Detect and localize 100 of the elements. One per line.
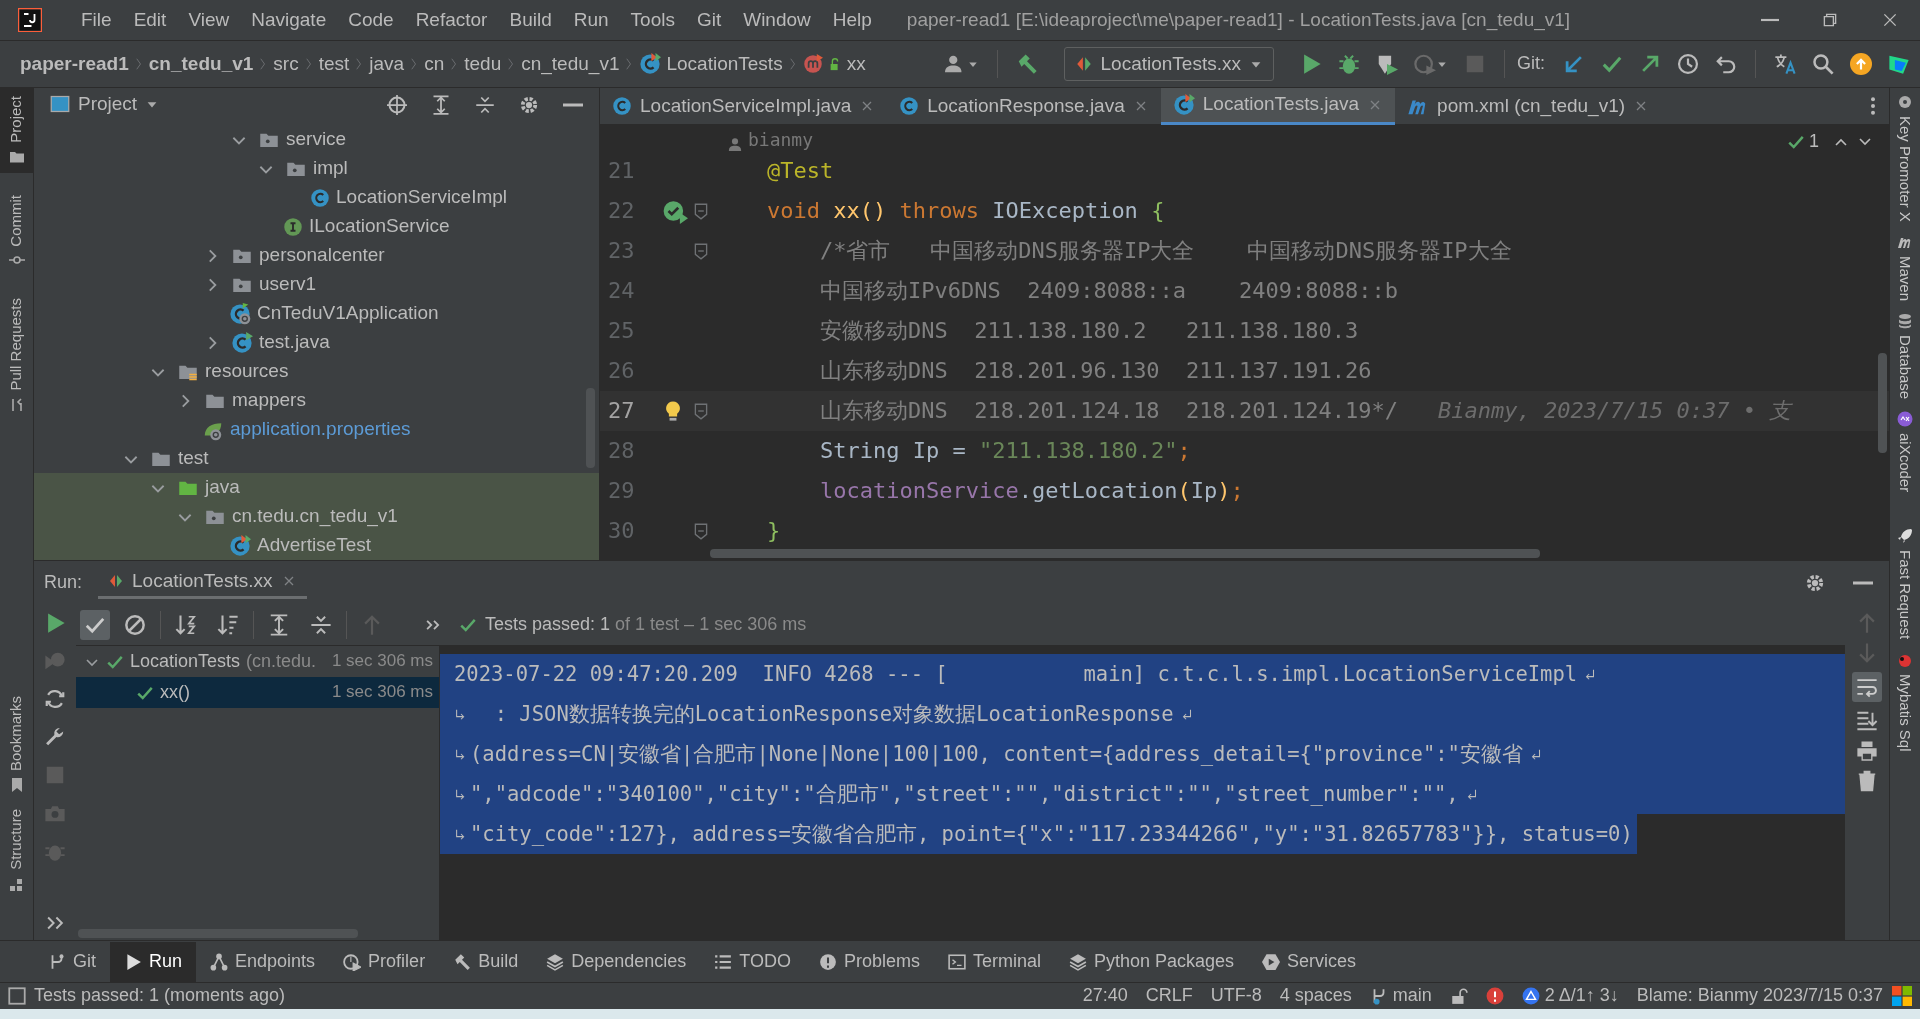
code-line: locationService.getLocation(Ip); <box>818 477 1244 505</box>
tool-window-tab[interactable]: Problems <box>804 941 934 982</box>
breadcrumb-item[interactable]: LocationTests <box>635 52 787 76</box>
status-item[interactable]: 27:40 <box>1073 985 1137 1007</box>
stop-icon <box>1464 53 1486 75</box>
run-icon <box>124 952 142 971</box>
breadcrumb-item[interactable]: src <box>269 52 303 76</box>
expand-all-icon <box>431 94 451 115</box>
menu-item[interactable]: Edit <box>122 8 178 32</box>
menu-item[interactable]: Run <box>562 8 620 32</box>
tool-window-icon <box>1897 528 1913 545</box>
tree-item[interactable]: test.java <box>34 328 599 357</box>
tree-item[interactable]: java <box>34 473 599 502</box>
menu-item[interactable]: Navigate <box>240 8 338 32</box>
editor-tab[interactable]: LocationServiceImpl.java <box>600 88 888 125</box>
editor-tab[interactable]: LocationTests.java <box>1160 88 1396 125</box>
git-label: Git: <box>1517 53 1545 75</box>
menu-item[interactable]: File <box>70 8 123 32</box>
branch-widget[interactable]: main <box>1360 985 1441 1007</box>
author-hint: bianmy <box>748 129 814 151</box>
tool-window-tab[interactable]: Python Packages <box>1055 941 1249 982</box>
menu-item[interactable]: Help <box>821 8 883 32</box>
build-icon <box>453 952 472 971</box>
tool-window-button[interactable]: Structure <box>0 801 33 900</box>
history-icon <box>1677 53 1699 75</box>
breadcrumb-item[interactable]: paper-read1 <box>16 52 133 76</box>
status-item[interactable]: CRLF <box>1136 985 1202 1007</box>
fold-icon[interactable] <box>692 522 710 540</box>
fold-icon[interactable] <box>692 402 710 420</box>
status-item[interactable]: 4 spaces <box>1270 985 1361 1007</box>
tool-window-tab[interactable]: TODO <box>700 941 805 982</box>
tool-window-button[interactable]: Commit <box>0 186 33 277</box>
test-result-row[interactable]: LocationTests (cn.tedu. 1 sec 306 ms <box>76 646 439 677</box>
status-message: Tests passed: 1 (moments ago) <box>34 985 286 1007</box>
project-view-dropdown[interactable]: Project <box>44 93 166 116</box>
menu-item[interactable]: Git <box>685 8 733 32</box>
tool-window-tab[interactable]: Git <box>34 941 110 982</box>
tool-window-tab[interactable]: Endpoints <box>196 941 330 982</box>
fold-icon[interactable] <box>692 242 710 260</box>
sort-alphabetically-icon <box>175 613 197 636</box>
square-icon[interactable] <box>8 987 26 1005</box>
tree-item[interactable]: application.properties <box>34 415 599 444</box>
tool-window-button[interactable]: Project <box>0 88 33 173</box>
tree-item[interactable]: impl <box>34 154 599 183</box>
tree-item[interactable]: resources <box>34 357 599 386</box>
settings-icon <box>519 94 539 115</box>
scrollbar-thumb[interactable] <box>710 549 1540 558</box>
tree-item[interactable]: AdvertiseTest <box>34 531 599 560</box>
menu-item[interactable]: Refactor <box>404 8 499 32</box>
tool-window-tab[interactable]: Build <box>439 941 533 982</box>
editor-tab[interactable]: pom.xml (cn_tedu_v1) <box>1395 88 1662 125</box>
tree-item[interactable]: ILocationService <box>34 212 599 241</box>
test-result-row[interactable]: xx() 1 sec 306 ms <box>76 677 439 708</box>
status-item[interactable]: UTF-8 <box>1201 985 1271 1007</box>
profile-icon <box>1414 53 1436 75</box>
menu-item[interactable]: View <box>177 8 241 32</box>
blame-widget[interactable]: Blame: Bianmy 2023/7/15 0:37 <box>1627 985 1892 1007</box>
tree-item[interactable]: userv1 <box>34 270 599 299</box>
tool-window-tab[interactable]: Profiler <box>329 941 440 982</box>
breadcrumb-item[interactable]: tedu <box>460 52 506 76</box>
tool-window-tab[interactable]: Dependencies <box>532 941 701 982</box>
line-number: 27 <box>607 397 636 425</box>
tool-window-button[interactable]: Pull Requests <box>0 290 33 421</box>
run-configuration-dropdown[interactable]: LocationTests.xx <box>1063 47 1274 81</box>
tree-item[interactable]: service <box>34 125 599 154</box>
scrollbar-thumb[interactable] <box>1878 353 1887 453</box>
code-line: 中国移动IPv6DNS 2409:8088::a 2409:8088::b <box>818 277 1399 305</box>
breadcrumb-item[interactable]: cn_tedu_v1 <box>144 52 258 76</box>
scroll-to-end-icon <box>1856 710 1878 732</box>
tool-window-tab[interactable]: Terminal <box>933 941 1055 982</box>
vcs-widget[interactable]: 2 Δ/1↑ 3↓ <box>1512 985 1628 1007</box>
tree-item[interactable]: LocationServiceImpl <box>34 183 599 212</box>
tool-window-button[interactable]: Bookmarks <box>0 688 33 802</box>
menu-item[interactable]: Window <box>732 8 822 32</box>
tool-window-tab[interactable]: Services <box>1248 941 1371 982</box>
print-icon <box>1856 740 1878 762</box>
configuration-tab[interactable]: LocationTests.xx <box>98 565 307 600</box>
run-test-icon[interactable] <box>662 198 688 224</box>
tree-item[interactable]: mappers <box>34 386 599 415</box>
breadcrumb-item[interactable]: cn <box>420 52 449 76</box>
show-passed-button[interactable] <box>80 609 110 640</box>
tree-item[interactable]: cn.tedu.cn_tedu_v1 <box>34 502 599 531</box>
tree-item[interactable]: test <box>34 444 599 473</box>
tree-item[interactable]: CnTeduV1Application <box>34 299 599 328</box>
breadcrumb-item[interactable]: java <box>365 52 409 76</box>
breadcrumb-item[interactable]: cn_tedu_v1 <box>517 52 624 76</box>
unlocked-icon <box>1449 987 1468 1005</box>
menu-item[interactable]: Code <box>337 8 405 32</box>
menu-item[interactable]: Tools <box>619 8 686 32</box>
editor-tab[interactable]: LocationResponse.java <box>887 88 1161 125</box>
fold-icon[interactable] <box>692 202 710 220</box>
tool-window-tab[interactable]: Run <box>110 941 197 982</box>
expand-all-icon <box>268 613 290 636</box>
breadcrumb-item[interactable]: test <box>314 52 354 76</box>
menu-item[interactable]: Build <box>498 8 563 32</box>
breadcrumb-item[interactable]: xx <box>798 52 870 76</box>
search-icon <box>1812 53 1834 75</box>
tree-item[interactable]: personalcenter <box>34 241 599 270</box>
soft-wrap-button[interactable] <box>1852 672 1882 702</box>
inspection-widget[interactable]: 1 <box>1781 131 1825 153</box>
